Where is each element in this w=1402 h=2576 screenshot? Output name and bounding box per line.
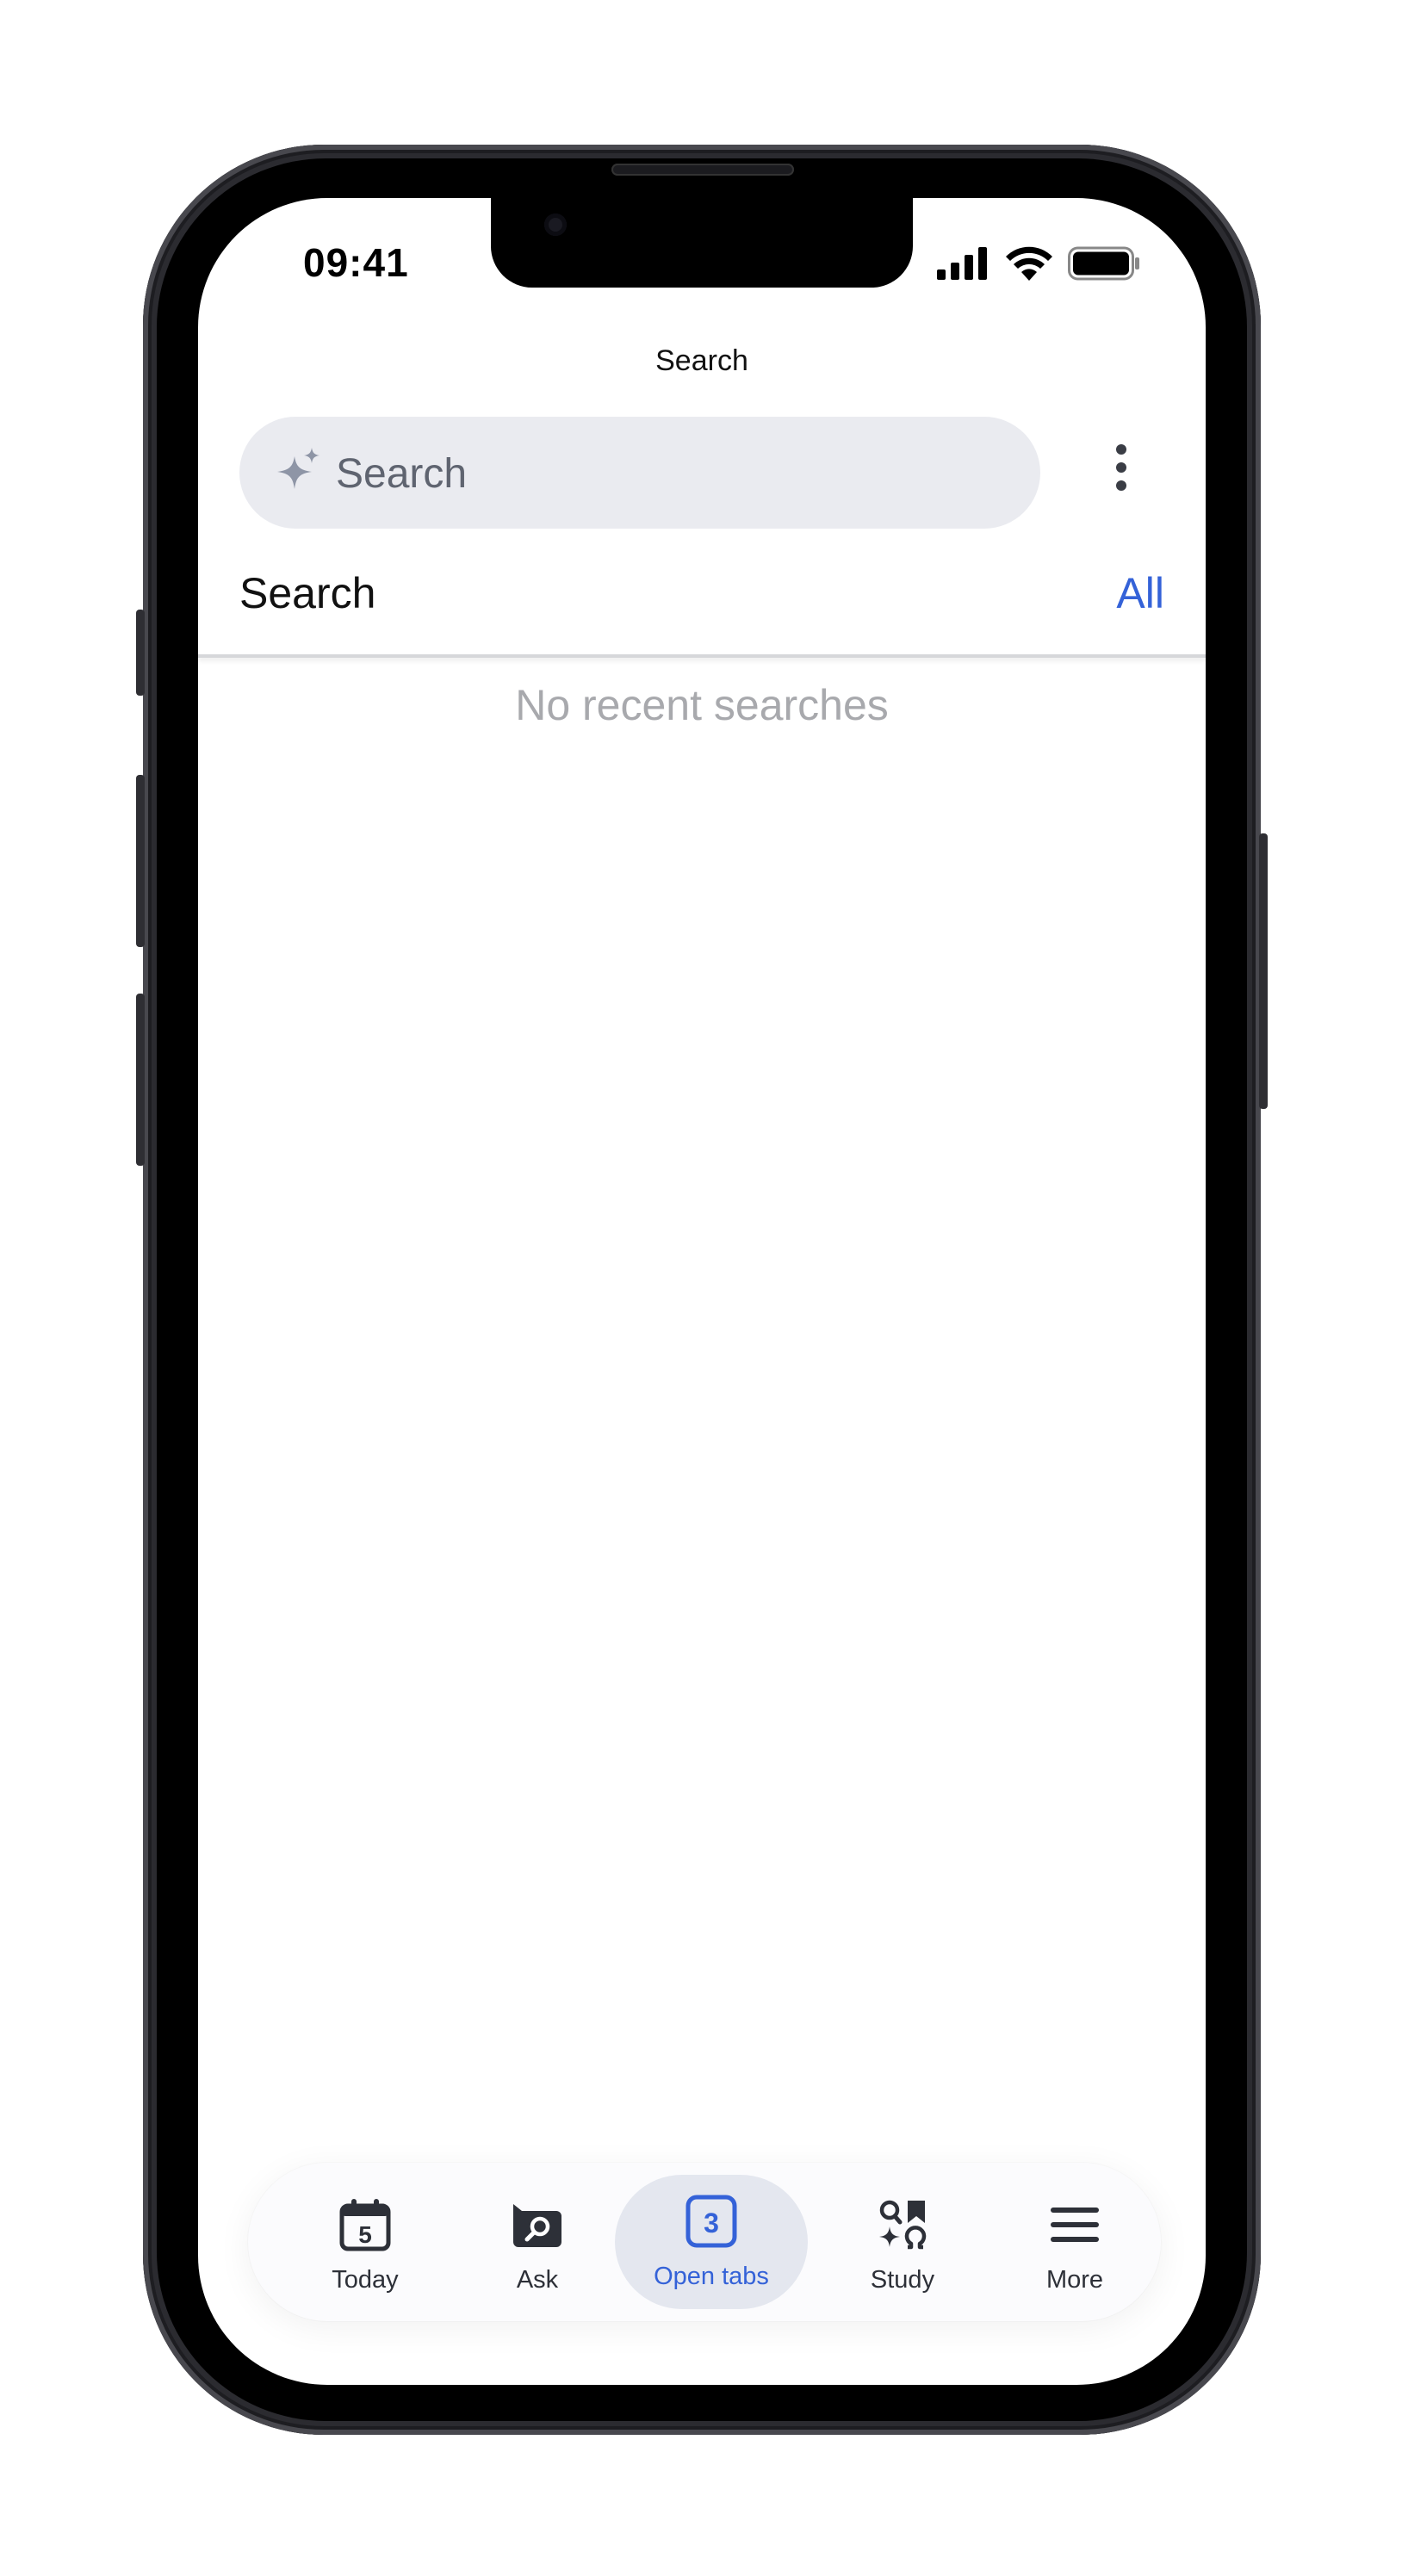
- nav-item-study[interactable]: Study: [816, 2175, 989, 2309]
- nav-label-study: Study: [870, 2266, 935, 2294]
- phone-power-button: [1259, 833, 1268, 1109]
- screen: 09:41 Search Search All: [198, 198, 1206, 2385]
- nav-item-ask[interactable]: Ask: [451, 2175, 623, 2309]
- sparkle-icon: [277, 448, 319, 489]
- status-time: 09:41: [303, 240, 409, 285]
- nav-label-open-tabs: Open tabs: [654, 2263, 769, 2290]
- battery-icon: [1068, 246, 1139, 281]
- phone-side-button: [136, 610, 145, 696]
- calendar-icon: 5: [339, 2199, 391, 2251]
- search-input[interactable]: [334, 443, 1009, 505]
- nav-label-ask: Ask: [516, 2266, 559, 2294]
- calendar-badge: 5: [358, 2221, 372, 2248]
- kebab-dot-icon: [1116, 444, 1126, 455]
- chat-search-icon: [513, 2204, 561, 2247]
- all-link[interactable]: All: [1116, 568, 1164, 618]
- empty-state-text: No recent searches: [515, 681, 889, 729]
- search-bar[interactable]: [239, 417, 1040, 529]
- study-icon: [879, 2200, 927, 2250]
- notch: [491, 198, 913, 288]
- wifi-icon: [1006, 246, 1052, 281]
- section-title: Search: [239, 569, 376, 617]
- tabs-count-badge: 3: [704, 2208, 719, 2239]
- tabs-icon: 3: [685, 2195, 737, 2248]
- divider: [198, 654, 1206, 658]
- menu-icon: [1051, 2208, 1099, 2242]
- page-title: Search: [655, 344, 748, 377]
- kebab-dot-icon: [1116, 462, 1126, 473]
- kebab-dot-icon: [1116, 480, 1126, 491]
- bottom-nav: 5 Today Ask 3 Open tabs Study More: [248, 2163, 1161, 2321]
- phone-volume-up-button: [136, 775, 145, 947]
- front-camera: [544, 214, 567, 236]
- signal-icon: [937, 247, 987, 280]
- more-options-button[interactable]: [1107, 444, 1135, 499]
- status-icons: [937, 246, 1140, 281]
- nav-item-more[interactable]: More: [989, 2175, 1161, 2309]
- nav-label-more: More: [1045, 2266, 1104, 2294]
- nav-item-today[interactable]: 5 Today: [279, 2175, 451, 2309]
- phone-volume-down-button: [136, 994, 145, 1166]
- speaker-grille: [611, 164, 794, 176]
- nav-label-today: Today: [332, 2266, 399, 2294]
- nav-item-open-tabs[interactable]: 3 Open tabs: [615, 2175, 808, 2309]
